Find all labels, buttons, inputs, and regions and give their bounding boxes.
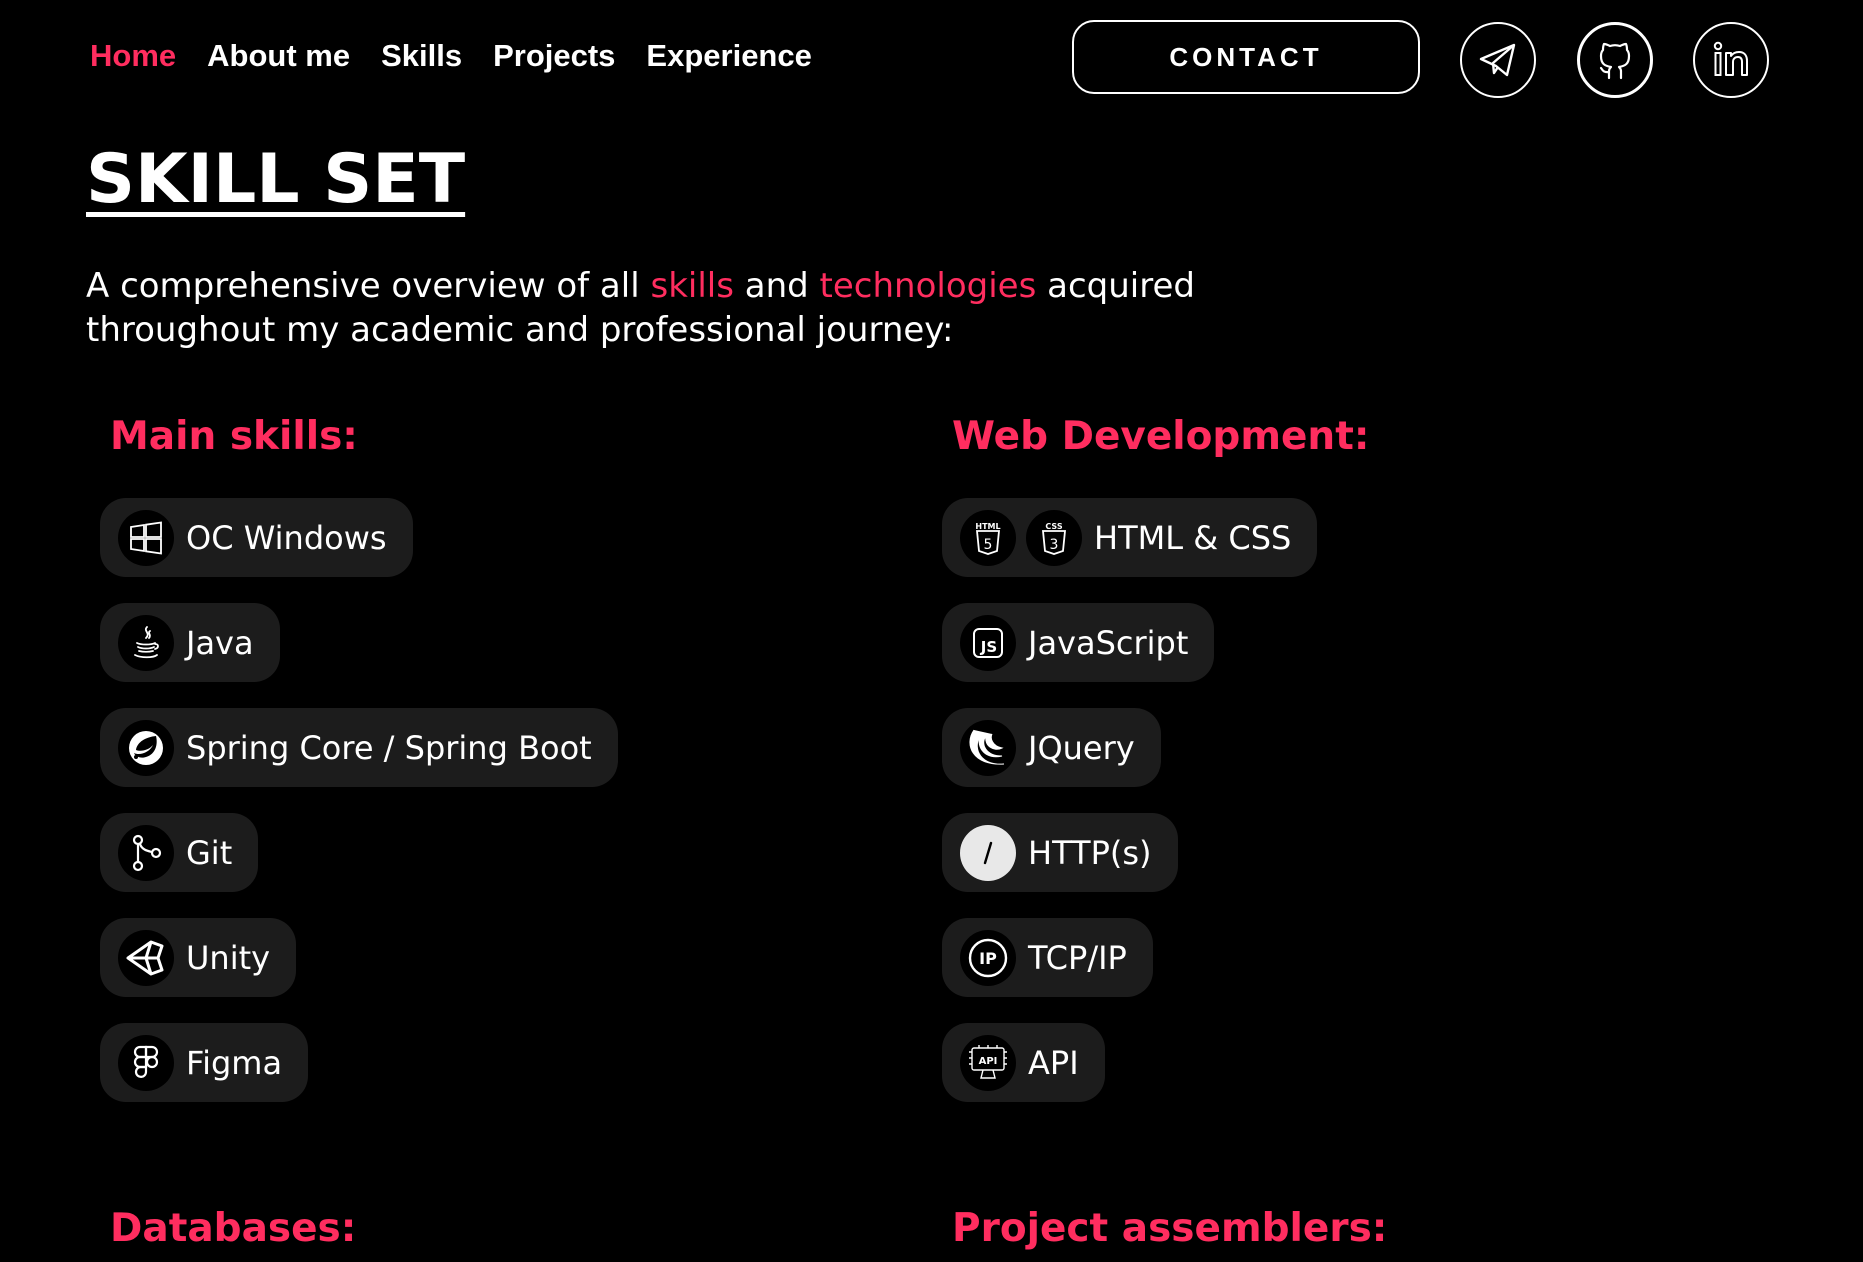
github-icon: [1599, 42, 1631, 80]
databases-title: Databases:: [110, 1206, 357, 1251]
javascript-icon: JS: [960, 614, 1016, 671]
http-icon: [960, 824, 1016, 881]
windows-icon: [118, 509, 174, 566]
skill-api: API API: [942, 1023, 1105, 1102]
nav-skills[interactable]: Skills: [381, 38, 462, 74]
ip-icon: IP: [960, 929, 1016, 986]
skill-label: Git: [186, 833, 233, 872]
skill-java: Java: [100, 603, 280, 682]
skill-label: OC Windows: [186, 518, 387, 557]
skill-spring: Spring Core / Spring Boot: [100, 708, 618, 787]
html5-icon: HTML 5: [960, 509, 1016, 566]
nav-about-me[interactable]: About me: [207, 38, 350, 74]
skill-figma: Figma: [100, 1023, 309, 1102]
spring-icon: [118, 719, 174, 776]
skill-label: TCP/IP: [1028, 938, 1127, 977]
svg-text:5: 5: [984, 537, 993, 553]
svg-text:CSS: CSS: [1045, 522, 1062, 531]
linkedin-link[interactable]: [1693, 22, 1769, 98]
web-development-title: Web Development:: [952, 414, 1370, 459]
unity-icon: [118, 929, 174, 986]
skill-label: JavaScript: [1028, 623, 1189, 662]
api-icon: API: [960, 1034, 1016, 1091]
intro-highlight-technologies: technologies: [819, 266, 1037, 306]
nav-home[interactable]: Home: [90, 38, 176, 74]
skill-label: Figma: [186, 1043, 283, 1082]
linkedin-icon: [1713, 41, 1748, 76]
main-skills-title: Main skills:: [110, 414, 358, 459]
main-nav: Home About me Skills Projects Experience: [90, 38, 812, 74]
skill-label: Spring Core / Spring Boot: [186, 728, 592, 767]
skill-label: API: [1028, 1043, 1079, 1082]
project-assemblers-title: Project assemblers:: [952, 1206, 1388, 1251]
skill-label: HTTP(s): [1028, 833, 1152, 872]
git-icon: [118, 824, 174, 881]
java-icon: [118, 614, 174, 671]
skill-label: HTML & CSS: [1094, 518, 1292, 557]
nav-projects[interactable]: Projects: [493, 38, 615, 74]
skill-https: HTTP(s): [942, 813, 1178, 892]
svg-text:HTML: HTML: [975, 522, 1000, 531]
skill-html-css: HTML 5 CSS 3 HTML & CSS: [942, 498, 1318, 577]
telegram-icon: [1479, 43, 1516, 77]
skill-tcp-ip: IP TCP/IP: [942, 918, 1153, 997]
skill-label: Unity: [186, 938, 271, 977]
svg-text:3: 3: [1050, 537, 1059, 553]
skill-unity: Unity: [100, 918, 297, 997]
page-title: SKILL SET: [86, 140, 466, 219]
nav-experience[interactable]: Experience: [646, 38, 811, 74]
intro-part: A comprehensive overview of all: [86, 266, 651, 306]
svg-text:JS: JS: [980, 638, 997, 656]
skill-label: Java: [186, 623, 254, 662]
intro-text: A comprehensive overview of all skills a…: [86, 264, 1346, 352]
skill-jquery: JQuery: [942, 708, 1161, 787]
skill-label: JQuery: [1028, 728, 1135, 767]
contact-button[interactable]: CONTACT: [1072, 20, 1420, 94]
skill-oc-windows: OC Windows: [100, 498, 413, 577]
jquery-icon: [960, 719, 1016, 776]
web-skills-list: HTML 5 CSS 3 HTML & CSS JS JavaScript JQ…: [942, 498, 1318, 1102]
main-skills-list: OC Windows Java Spring Core / Spring Boo…: [100, 498, 618, 1102]
skill-git: Git: [100, 813, 259, 892]
skill-javascript: JS JavaScript: [942, 603, 1215, 682]
intro-part: and: [733, 266, 820, 306]
svg-text:IP: IP: [979, 949, 997, 968]
figma-icon: [118, 1034, 174, 1091]
svg-text:API: API: [979, 1056, 998, 1067]
telegram-link[interactable]: [1460, 22, 1536, 98]
css3-icon: CSS 3: [1026, 509, 1082, 566]
intro-highlight-skills: skills: [650, 266, 734, 306]
github-link[interactable]: [1577, 22, 1653, 98]
